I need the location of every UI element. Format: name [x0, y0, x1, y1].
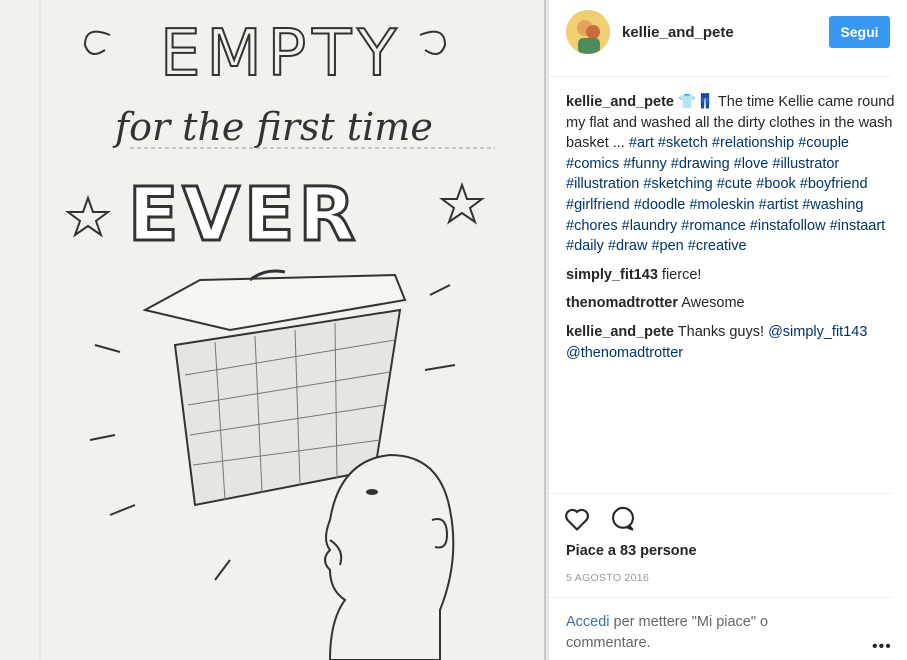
- hashtag-link[interactable]: #laundry: [622, 218, 678, 234]
- hashtag-link[interactable]: #pen: [651, 238, 683, 254]
- more-options-icon[interactable]: •••: [872, 638, 892, 656]
- comments-list: kellie_and_pete 👕👖 The time Kellie came …: [566, 92, 896, 371]
- hashtag-link[interactable]: #creative: [688, 238, 747, 254]
- hashtag-link[interactable]: #sketching: [643, 176, 712, 192]
- comment-username[interactable]: thenomadtrotter: [566, 295, 678, 311]
- avatar-illustration: [566, 10, 610, 54]
- caption-username[interactable]: kellie_and_pete: [566, 94, 674, 110]
- divider: [549, 597, 891, 598]
- comment-text: Thanks guys!: [677, 323, 765, 340]
- comment-text: Awesome: [681, 295, 745, 312]
- caption-hashtags: #art #sketch #relationship #couple #comi…: [566, 135, 885, 254]
- post-image: EMPTY for the first time EVER: [0, 0, 549, 660]
- hashtag-link[interactable]: #funny: [623, 156, 667, 172]
- hashtag-link[interactable]: #artist: [759, 197, 799, 213]
- hashtag-link[interactable]: #book: [756, 176, 796, 192]
- mention-link[interactable]: @thenomadtrotter: [566, 345, 683, 361]
- hashtag-link[interactable]: #doodle: [634, 197, 686, 213]
- hashtag-link[interactable]: #moleskin: [689, 197, 754, 213]
- comment-text: fierce!: [661, 266, 702, 283]
- mention-link[interactable]: @simply_fit143: [768, 324, 867, 340]
- caption-emoji: 👕👖: [678, 94, 715, 110]
- hashtag-link[interactable]: #drawing: [671, 156, 730, 172]
- hashtag-link[interactable]: #girlfriend: [566, 197, 630, 213]
- image-title-ever: EVER: [128, 172, 359, 258]
- comment-item: thenomadtrotter Awesome: [566, 293, 896, 314]
- caption: kellie_and_pete 👕👖 The time Kellie came …: [566, 92, 896, 257]
- avatar[interactable]: [566, 10, 610, 54]
- image-title-first-time: for the first time: [112, 105, 433, 149]
- hashtag-link[interactable]: #sketch: [658, 135, 708, 151]
- likes-count[interactable]: Piace a 83 persone: [566, 543, 697, 559]
- divider: [549, 493, 891, 494]
- post-sidebar: kellie_and_pete Segui kellie_and_pete 👕👖…: [549, 0, 907, 660]
- follow-button[interactable]: Segui: [829, 16, 890, 48]
- hashtag-link[interactable]: #daily: [566, 238, 604, 254]
- hashtag-link[interactable]: #couple: [798, 135, 849, 151]
- hashtag-link[interactable]: #chores: [566, 218, 618, 234]
- post-header: kellie_and_pete Segui: [549, 0, 891, 77]
- hashtag-link[interactable]: #romance: [681, 218, 745, 234]
- comment-item: simply_fit143 fierce!: [566, 265, 896, 286]
- hashtag-link[interactable]: #instaart: [830, 218, 886, 234]
- header-username[interactable]: kellie_and_pete: [622, 24, 734, 41]
- comment-item: kellie_and_pete Thanks guys! @simply_fit…: [566, 322, 896, 363]
- hashtag-link[interactable]: #illustrator: [772, 156, 839, 172]
- login-link[interactable]: Accedi: [566, 614, 610, 630]
- hashtag-link[interactable]: #love: [734, 156, 769, 172]
- hashtag-link[interactable]: #washing: [802, 197, 863, 213]
- hashtag-link[interactable]: #relationship: [712, 135, 794, 151]
- hashtag-link[interactable]: #draw: [608, 238, 648, 254]
- login-prompt: Accedi per mettere "Mi piace" o commenta…: [566, 612, 846, 654]
- speech-bubble-icon[interactable]: [609, 505, 639, 535]
- comment-username[interactable]: kellie_and_pete: [566, 324, 674, 340]
- image-title-empty: EMPTY: [160, 17, 402, 91]
- laundry-sketch-illustration: EMPTY for the first time EVER: [0, 0, 549, 660]
- comment-username[interactable]: simply_fit143: [566, 267, 658, 283]
- hashtag-link[interactable]: #comics: [566, 156, 619, 172]
- hashtag-link[interactable]: #cute: [717, 176, 752, 192]
- hashtag-link[interactable]: #illustration: [566, 176, 639, 192]
- post-date: 5 AGOSTO 2016: [566, 572, 650, 584]
- hashtag-link[interactable]: #instafollow: [750, 218, 826, 234]
- hashtag-link[interactable]: #boyfriend: [800, 176, 868, 192]
- heart-outline-icon[interactable]: [563, 505, 593, 535]
- hashtag-link[interactable]: #art: [629, 135, 654, 151]
